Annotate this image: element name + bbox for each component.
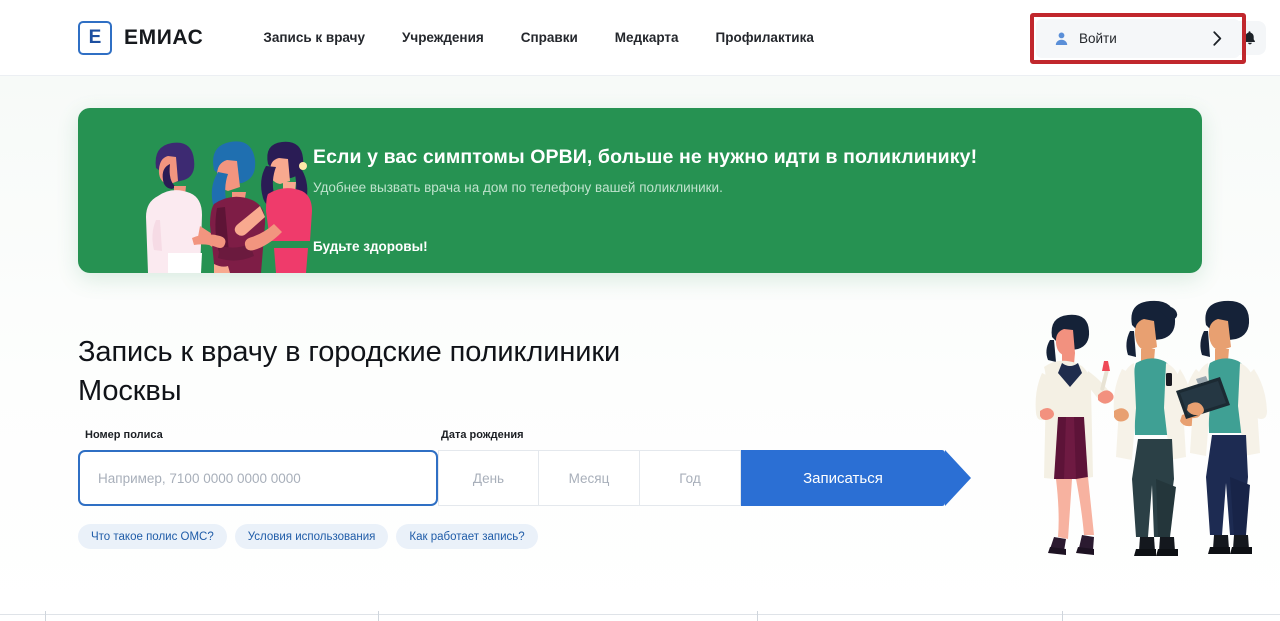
form-labels: Номер полиса Дата рождения (78, 429, 980, 447)
polis-label: Номер полиса (85, 429, 163, 441)
banner-text: Если у вас симптомы ОРВИ, больше не нужн… (313, 146, 1113, 195)
banner-cta-text: Будьте здоровы! (313, 239, 428, 254)
family-illustration (146, 141, 312, 273)
appointment-form: Номер полиса Дата рождения Например, 710… (78, 429, 980, 506)
submit-button-label: Записаться (803, 469, 883, 487)
nav-item-spravki[interactable]: Справки (521, 30, 578, 45)
emias-landing-page: Е ЕМИАС Запись к врачу Учреждения Справк… (0, 0, 1280, 621)
dob-month-placeholder: Месяц (568, 470, 610, 486)
dob-label: Дата рождения (441, 429, 524, 441)
dob-year-placeholder: Год (679, 470, 701, 486)
logo-wordmark: ЕМИАС (124, 25, 204, 49)
chip-terms-of-use[interactable]: Условия использования (234, 524, 389, 549)
banner-title: Если у вас симптомы ОРВИ, больше не нужн… (313, 146, 978, 168)
main-nav: Запись к врачу Учреждения Справки Медкар… (263, 30, 813, 45)
dob-year-input[interactable]: Год (640, 450, 741, 506)
three-doctors-illustration (1035, 300, 1267, 556)
logo-mark-letter: Е (88, 27, 102, 48)
emias-logo-icon: Е (78, 20, 112, 55)
dob-day-placeholder: День (472, 470, 505, 486)
nav-item-medkarta[interactable]: Медкарта (615, 30, 679, 45)
banner-subtitle: Удобнее вызвать врача на дом по телефону… (313, 180, 723, 195)
footer-tick (378, 611, 379, 621)
nav-item-zapis[interactable]: Запись к врачу (263, 30, 365, 45)
chip-what-is-oms[interactable]: Что такое полис ОМС? (78, 524, 227, 549)
submit-appointment-button[interactable]: Записаться (741, 450, 971, 506)
form-row: Например, 7100 0000 0000 0000 День Месяц… (78, 450, 980, 506)
submit-arrow-shape (945, 450, 971, 506)
dob-day-input[interactable]: День (438, 450, 539, 506)
footer-tick (757, 611, 758, 621)
page-title: Запись к врачу в городские поликлиники М… (78, 336, 621, 407)
logo[interactable]: Е ЕМИАС (78, 20, 204, 55)
orvi-banner[interactable]: Если у вас симптомы ОРВИ, больше не нужн… (78, 108, 1202, 273)
polis-input[interactable]: Например, 7100 0000 0000 0000 (78, 450, 438, 506)
chip-how-it-works[interactable]: Как работает запись? (396, 524, 538, 549)
nav-item-profilaktika[interactable]: Профилактика (716, 30, 814, 45)
footer-tick (45, 611, 46, 621)
dob-month-input[interactable]: Месяц (539, 450, 640, 506)
login-button-highlight (1030, 13, 1246, 64)
help-links: Что такое полис ОМС? Условия использован… (78, 524, 538, 549)
polis-input-placeholder: Например, 7100 0000 0000 0000 (98, 470, 301, 486)
footer-tick (1062, 611, 1063, 621)
footer-divider (0, 614, 1280, 615)
nav-item-uchrezhdeniya[interactable]: Учреждения (402, 30, 484, 45)
